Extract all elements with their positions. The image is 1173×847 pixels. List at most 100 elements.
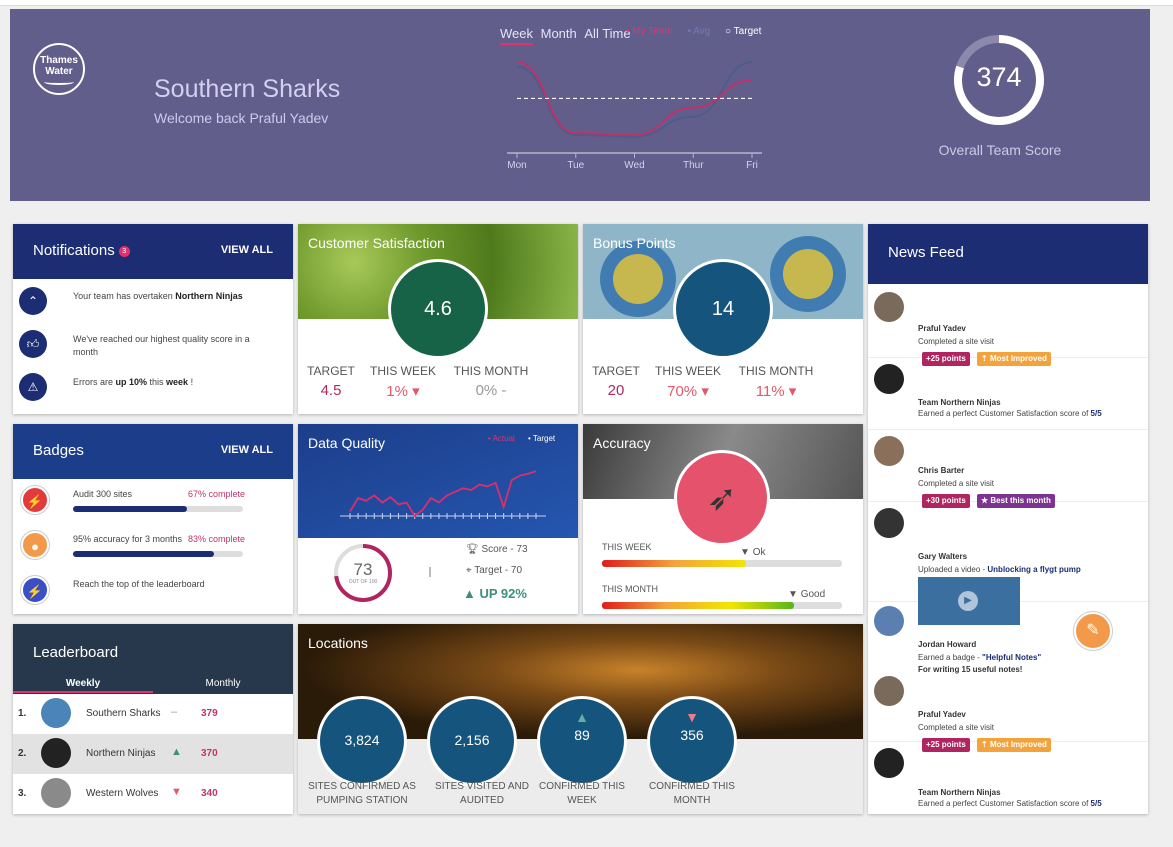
- tab-monthly[interactable]: Monthly: [153, 678, 293, 689]
- cs-this-month: THIS MONTH 0% -: [453, 364, 529, 399]
- overall-score-value: 374: [976, 62, 1022, 92]
- data-quality-chart-panel: Data Quality • Actual • Target: [298, 424, 578, 538]
- stat-circle: ▼ 356: [647, 696, 737, 786]
- divider: [429, 567, 431, 577]
- avatar: [874, 748, 904, 778]
- target-line: ⌖ Target - 70: [466, 565, 523, 576]
- leaderboard-row[interactable]: 1. Southern Sharks – 379: [13, 694, 293, 734]
- accuracy-title: Accuracy: [593, 435, 651, 451]
- cs-this-week: THIS WEEK 1% ▾: [369, 364, 436, 400]
- notification-count-badge: 3: [118, 245, 130, 257]
- team-avatar: [41, 738, 71, 768]
- locations-title: Locations: [308, 635, 368, 651]
- x-tick-label: Wed: [624, 160, 644, 171]
- accuracy-week-status: ▼ Ok: [740, 547, 766, 558]
- news-feed-title: News Feed: [888, 244, 964, 261]
- thames-water-logo: Thames Water: [33, 43, 85, 95]
- locations-card: Locations 3,824 SITES CONFIRMED AS PUMPI…: [298, 624, 863, 814]
- stat-label: SITES VISITED AND AUDITED: [435, 781, 529, 806]
- badges-title: Badges: [33, 442, 84, 459]
- trend-neutral-icon: –: [171, 706, 178, 718]
- news-feed-card: News Feed Praful Yadev Completed a site …: [868, 224, 1148, 814]
- bp-target: TARGET 20: [592, 364, 640, 399]
- team-name: Southern Sharks: [154, 75, 341, 103]
- accuracy-month-label: THIS MONTH: [602, 584, 658, 594]
- customer-satisfaction-card: Customer Satisfaction 4.6 TARGET 4.5 THI…: [298, 224, 578, 414]
- header-banner: Thames Water Southern Sharks Welcome back…: [10, 9, 1150, 201]
- customer-satisfaction-score: 4.6: [388, 259, 488, 359]
- bonus-points-card: Bonus Points 14 TARGET 20 THIS WEEK 70% …: [583, 224, 863, 414]
- avatar: [874, 364, 904, 394]
- x-tick-label: Thur: [683, 160, 704, 171]
- darts-icon: ➶: [674, 450, 770, 546]
- notification-item[interactable]: 👍︎ We've reached our highest quality sco…: [18, 330, 288, 370]
- notification-item[interactable]: ⌃ Your team has overtaken Northern Ninja…: [18, 287, 288, 327]
- data-quality-score-value: 73: [353, 560, 373, 579]
- leaderboard-title: Leaderboard: [33, 644, 119, 661]
- avatar: [874, 508, 904, 538]
- welcome-message: Welcome back Praful Yadev: [154, 110, 329, 126]
- notifications-title: Notifications 3: [33, 242, 130, 259]
- accuracy-week-bar: [602, 560, 842, 567]
- bonus-points-score: 14: [673, 259, 773, 359]
- accuracy-card: Accuracy ➶ THIS WEEK ▼ Ok THIS MONTH ▼ G…: [583, 424, 863, 614]
- data-quality-card: Data Quality • Actual • Target 73 OUT OF…: [298, 424, 578, 614]
- accuracy-week-label: THIS WEEK: [602, 542, 652, 552]
- feed-item[interactable]: Team Northern Ninjas Earned a perfect Cu…: [868, 358, 1148, 430]
- notifications-view-all-button[interactable]: VIEW ALL: [221, 244, 273, 256]
- helpful-notes-badge-icon: ✎: [1074, 612, 1112, 650]
- news-feed-header: News Feed: [868, 224, 1148, 284]
- customer-satisfaction-title: Customer Satisfaction: [308, 235, 445, 251]
- avatar: [874, 676, 904, 706]
- leaderboard-row[interactable]: 3. Western Wolves ▼ 340: [13, 774, 293, 814]
- accuracy-month-bar: [602, 602, 842, 609]
- stat-label: CONFIRMED THIS MONTH: [649, 781, 735, 806]
- badges-header: Badges VIEW ALL: [13, 424, 293, 479]
- thumbs-up-icon: 👍︎: [19, 330, 47, 358]
- bomb-icon: ●: [21, 531, 49, 559]
- feed-item[interactable]: Gary Walters Uploaded a video - Unblocki…: [868, 502, 1148, 625]
- score-line: 🏆︎ Score - 73: [466, 544, 528, 555]
- badge-progress-bar: [73, 551, 243, 557]
- feed-item[interactable]: Praful Yadev Completed a site visit +25 …: [868, 286, 1148, 366]
- bonus-points-title: Bonus Points: [593, 235, 676, 251]
- chevron-up-icon: ⌃: [19, 287, 47, 315]
- trophy-icon: 🏆︎: [466, 544, 479, 555]
- feed-item[interactable]: Chris Barter Completed a site visit +30 …: [868, 430, 1148, 508]
- badge-item[interactable]: ⚡ Audit 300 sites 67% complete: [18, 484, 288, 524]
- cs-target: TARGET 4.5: [307, 364, 355, 399]
- notification-item[interactable]: ⚠ Errors are up 10% this week !: [18, 373, 288, 413]
- badge-progress-bar: [73, 506, 243, 512]
- badge-item[interactable]: ⚡ Reach the top of the leaderboard: [18, 574, 288, 614]
- team-avatar: [41, 778, 71, 808]
- header-trend-chart: Week Month All Time • My Team • Avg ○ Ta…: [490, 17, 780, 177]
- leaderboard-card: Leaderboard Weekly Monthly 1. Southern S…: [13, 624, 293, 814]
- leaderboard-row[interactable]: 2. Northern Ninjas ▲ 370: [13, 734, 293, 774]
- badge-item[interactable]: ● 95% accuracy for 3 months 83% complete: [18, 529, 288, 569]
- bp-this-month: THIS MONTH 11% ▾: [738, 364, 814, 400]
- feed-item[interactable]: Praful Yadev Completed a site visit +25 …: [868, 670, 1148, 752]
- stat-circle: 2,156: [427, 696, 517, 786]
- x-tick-label: Fri: [746, 160, 758, 171]
- stat-label: CONFIRMED THIS WEEK: [539, 781, 625, 806]
- crosshair-icon: ⌖: [466, 565, 472, 576]
- actual-line: [349, 470, 537, 518]
- trend-down-icon: ▼: [171, 786, 182, 798]
- x-tick-label: Mon: [507, 160, 526, 171]
- notifications-header: Notifications 3 VIEW ALL: [13, 224, 293, 279]
- accuracy-month-status: ▼ Good: [788, 589, 826, 600]
- lightning-icon: ⚡: [21, 576, 49, 604]
- badges-view-all-button[interactable]: VIEW ALL: [221, 444, 273, 456]
- arrow-down-icon: ▼: [685, 709, 699, 725]
- stat-circle: 3,824: [317, 696, 407, 786]
- feed-item[interactable]: Jordan Howard Earned a badge - "Helpful …: [868, 602, 1148, 674]
- feed-item[interactable]: Team Northern Ninjas Earned a perfect Cu…: [868, 742, 1148, 814]
- notifications-card: Notifications 3 VIEW ALL ⌃ Your team has …: [13, 224, 293, 414]
- badges-card: Badges VIEW ALL ⚡ Audit 300 sites 67% co…: [13, 424, 293, 614]
- stat-circle: ▲ 89: [537, 696, 627, 786]
- arrow-up-icon: ▲: [575, 709, 589, 725]
- avatar: [874, 292, 904, 322]
- up-percentage: ▲ UP 92%: [463, 586, 527, 601]
- tab-weekly[interactable]: Weekly: [13, 678, 153, 693]
- leaderboard-header: Leaderboard Weekly Monthly: [13, 624, 293, 694]
